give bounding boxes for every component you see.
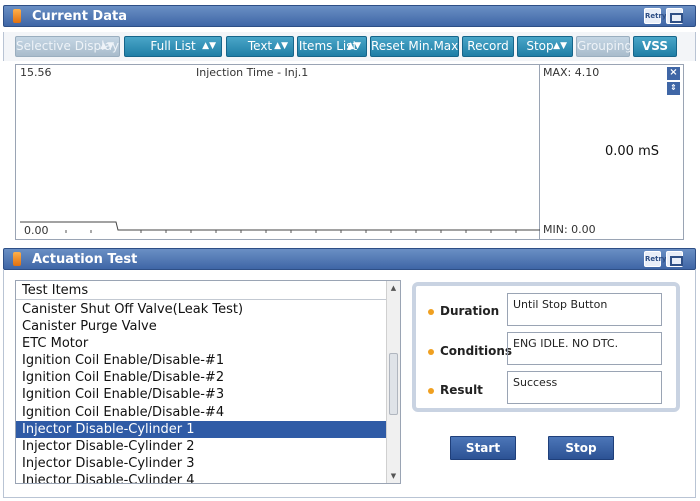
test-items-rows: Canister Shut Off Valve(Leak Test) Canist… [16,301,387,483]
list-item[interactable]: Canister Purge Valve [16,318,387,335]
close-icon[interactable]: × [667,67,680,80]
chevron-updown-icon: ▲▼ [347,41,361,51]
minimize-icon[interactable] [666,251,683,267]
conditions-label: Conditions [428,344,512,358]
list-item[interactable]: Injector Disable-Cylinder 3 [16,455,387,472]
list-item[interactable]: Injector Disable-Cylinder 4 [16,472,387,483]
result-value: Success [507,371,662,404]
list-item[interactable]: ETC Motor [16,335,387,352]
current-value-readout: 0.00 mS [605,144,659,159]
text-label: Text [247,39,273,53]
start-button[interactable]: Start [450,436,516,460]
stop-button[interactable]: Stop [548,436,614,460]
current-data-title: Current Data [32,9,127,24]
data-display-area: 15.56 Injection Time - Inj.1 0.00 MAX: 4… [15,64,684,240]
scroll-up-icon[interactable]: ▲ [387,281,400,295]
result-label: Result [428,383,483,397]
stop-label: Stop [526,39,554,53]
stop-dropdown[interactable]: Stop ▲▼ [517,36,573,57]
graph-trace [20,221,540,233]
chevron-updown-icon: ▲▼ [202,41,216,51]
actuation-test-header: Actuation Test Retry [3,248,696,270]
scroll-thumb[interactable] [389,353,398,415]
grouping-button[interactable]: Grouping [576,36,632,57]
items-list-dropdown[interactable]: Items List ▲▼ [297,36,367,57]
list-item[interactable]: Ignition Coil Enable/Disable-#2 [16,369,387,386]
list-item[interactable]: Ignition Coil Enable/Disable-#4 [16,404,387,421]
list-item[interactable]: Injector Disable-Cylinder 1 [16,420,387,438]
list-item[interactable]: Ignition Coil Enable/Disable-#1 [16,352,387,369]
flag-icon [13,252,21,266]
selective-display-dropdown[interactable]: Selective Display ▲▼ [15,36,120,57]
flag-icon [13,9,21,23]
test-items-list[interactable]: Test Items Canister Shut Off Valve(Leak … [15,280,401,484]
current-data-toolbar: Selective Display ▲▼ Full List ▲▼ Text ▲… [3,32,696,61]
current-data-header: Current Data Retry [3,5,696,27]
chevron-updown-icon: ▲▼ [100,41,114,51]
full-list-label: Full List [150,39,196,53]
list-item[interactable]: Ignition Coil Enable/Disable-#3 [16,386,387,403]
record-button[interactable]: Record [462,36,514,57]
list-scrollbar[interactable]: ▲ ▼ [386,281,400,483]
bullet-icon [428,308,434,315]
text-dropdown[interactable]: Text ▲▼ [226,36,294,57]
injection-time-graph: 15.56 Injection Time - Inj.1 0.00 [16,65,540,239]
bullet-icon [428,348,434,355]
chevron-updown-icon: ▲▼ [274,41,288,51]
vss-button[interactable]: VSS [633,36,677,57]
test-items-header: Test Items [16,281,387,300]
test-info-panel: Duration Until Stop Button Conditions EN… [412,282,680,412]
duration-value: Until Stop Button [507,293,662,326]
duration-label-text: Duration [440,304,500,318]
duration-label: Duration [428,304,499,318]
bullet-icon [428,387,434,394]
full-list-dropdown[interactable]: Full List ▲▼ [124,36,222,57]
list-item[interactable]: Injector Disable-Cylinder 2 [16,438,387,455]
max-readout: MAX: 4.10 [543,66,600,79]
retry-icon[interactable]: Retry [644,8,667,24]
conditions-label-text: Conditions [440,344,513,358]
minimize-icon[interactable] [666,8,683,24]
expand-icon[interactable]: ⇕ [667,82,680,95]
result-label-text: Result [440,383,483,397]
actuation-test-title: Actuation Test [32,252,138,267]
chevron-updown-icon: ▲▼ [553,41,567,51]
retry-icon[interactable]: Retry [644,251,667,267]
min-readout: MIN: 0.00 [543,223,596,236]
list-item[interactable]: Canister Shut Off Valve(Leak Test) [16,301,387,318]
reset-min-max-button[interactable]: Reset Min.Max [370,36,459,57]
conditions-value: ENG IDLE. NO DTC. [507,332,662,365]
scroll-down-icon[interactable]: ▼ [387,469,400,483]
